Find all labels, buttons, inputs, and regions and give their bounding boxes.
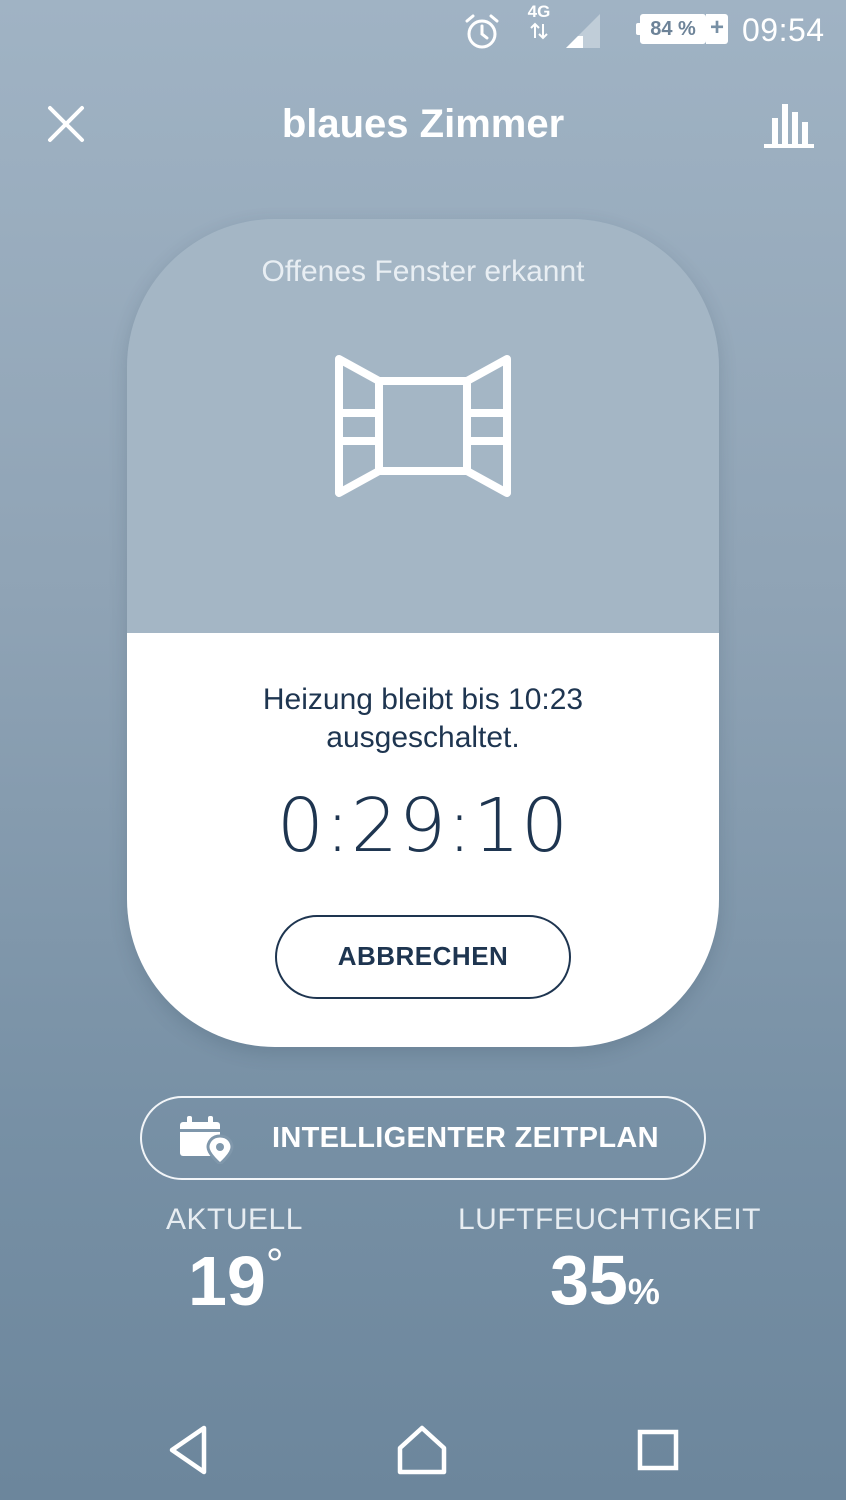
current-temperature: 19°: [188, 1240, 283, 1321]
charging-indicator: +: [706, 14, 728, 44]
data-arrows-icon: [530, 22, 548, 40]
back-icon[interactable]: [160, 1420, 220, 1480]
humidity-value: 35: [550, 1241, 628, 1319]
cancel-button[interactable]: ABBRECHEN: [275, 915, 571, 999]
bar-chart-icon[interactable]: [762, 100, 816, 150]
signal-icon: [566, 14, 600, 48]
open-window-icon: [335, 355, 511, 497]
network-type: 4G: [527, 2, 551, 21]
open-window-card: Offenes Fenster erkannt Heizung bleibt b…: [127, 219, 719, 1047]
current-temperature-value: 19: [188, 1242, 266, 1320]
card-body: Heizung bleibt bis 10:23 ausgeschaltet. …: [127, 633, 719, 1047]
heating-message: Heizung bleibt bis 10:23 ausgeschaltet.: [262, 683, 584, 754]
page-title: blaues Zimmer: [281, 102, 565, 146]
battery-icon: 84 % +: [636, 14, 728, 44]
card-header: Offenes Fenster erkannt: [127, 219, 719, 633]
recents-icon[interactable]: [628, 1420, 688, 1480]
battery-level: 84 %: [640, 14, 706, 44]
alarm-icon: [465, 14, 499, 49]
home-icon[interactable]: [392, 1420, 452, 1480]
status-bar: 4G 84 % + 09:54: [0, 0, 846, 62]
clock: 09:54: [742, 12, 825, 48]
smart-schedule-label: INTELLIGENTER ZEITPLAN: [272, 1122, 659, 1154]
percent-symbol: %: [627, 1271, 660, 1312]
humidity-label: LUFTFEUCHTIGKEIT: [458, 1203, 762, 1236]
degree-symbol: °: [265, 1240, 284, 1289]
countdown-timer: 0:29:10: [276, 783, 570, 869]
network-indicator: 4G: [522, 2, 556, 42]
window-status: Offenes Fenster erkannt: [261, 255, 585, 288]
smart-schedule-button[interactable]: INTELLIGENTER ZEITPLAN: [140, 1096, 706, 1180]
current-temperature-label: AKTUELL: [166, 1203, 303, 1236]
humidity: 35%: [550, 1240, 660, 1320]
calendar-location-icon: [180, 1116, 234, 1164]
